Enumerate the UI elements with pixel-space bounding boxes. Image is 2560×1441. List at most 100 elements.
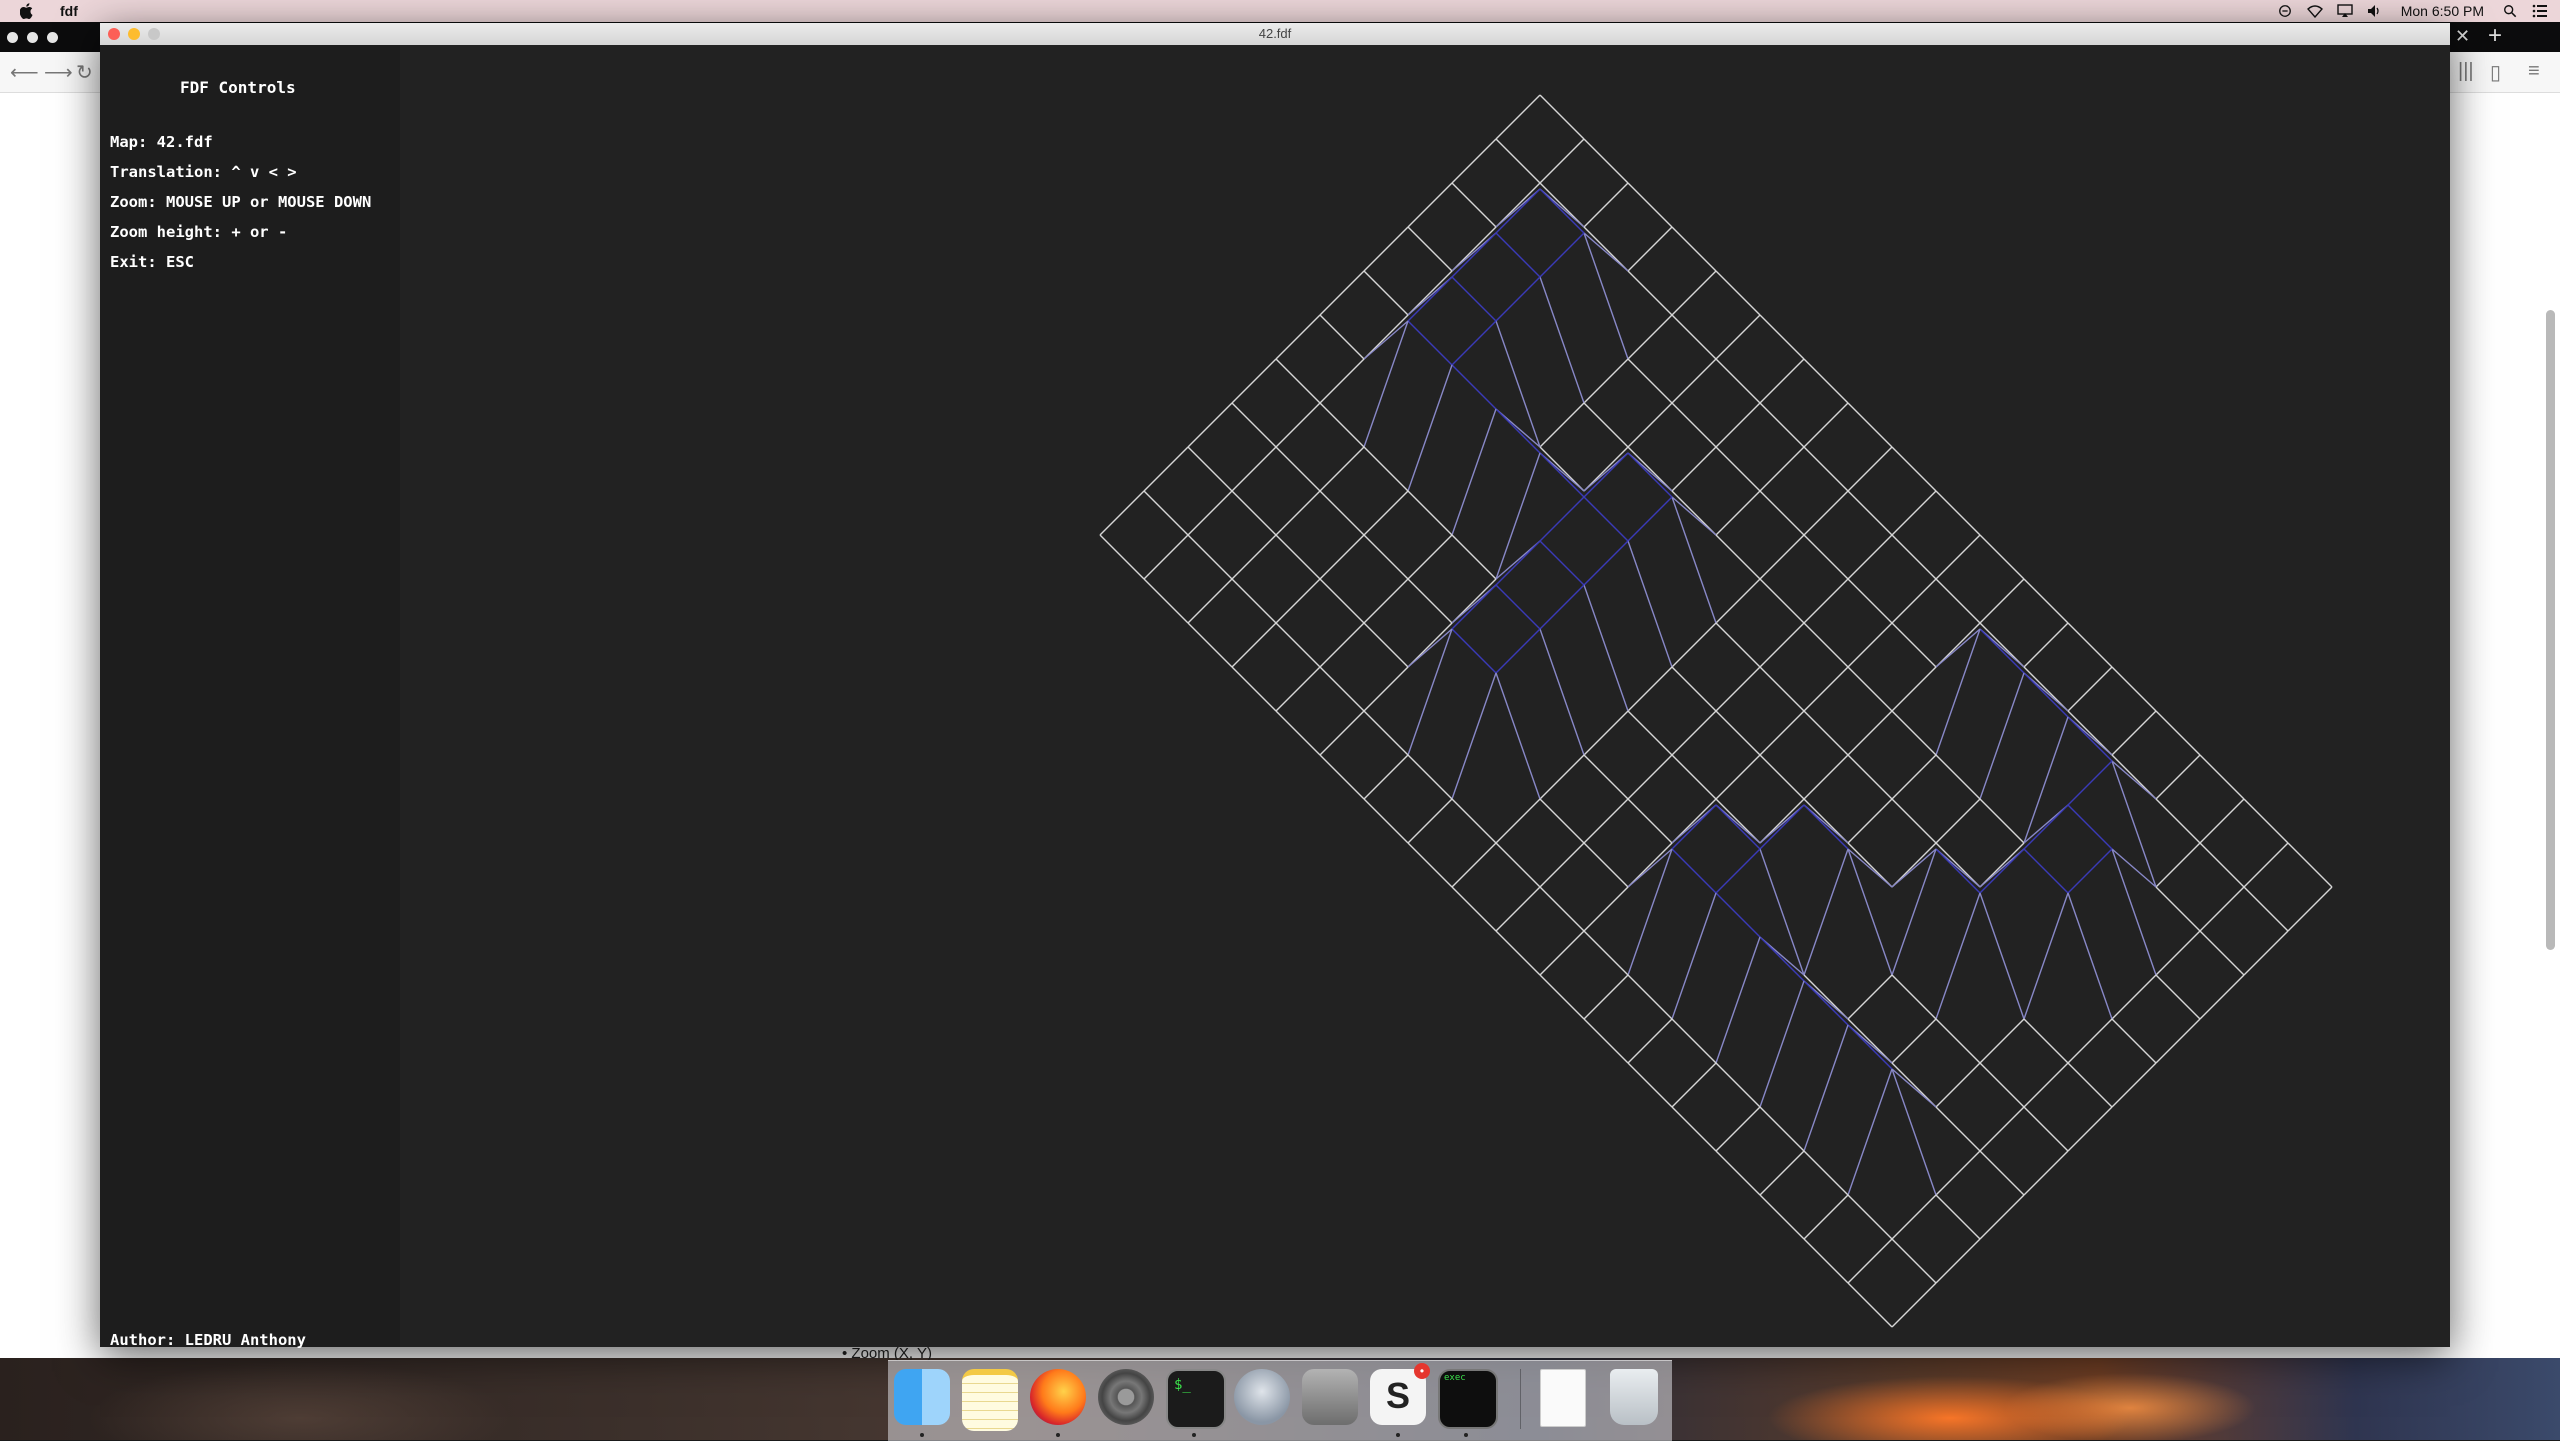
wireframe-edge [1627, 710, 1673, 756]
wireframe-edge [1319, 402, 1365, 448]
wireframe-edge [1715, 666, 1761, 712]
dock-document-icon[interactable] [1540, 1369, 1586, 1427]
dock-firefox-icon[interactable] [1030, 1369, 1086, 1425]
wireframe-edge [1935, 754, 1981, 800]
wireframe-edge [1803, 1024, 1849, 1152]
wireframe-edge [1803, 848, 1849, 976]
wireframe-edge [2199, 974, 2245, 1020]
wireframe-edge [1495, 886, 1541, 932]
dock-notes-icon[interactable] [962, 1369, 1018, 1431]
wireframe-edge [1363, 270, 1409, 316]
window-minimize-button[interactable] [27, 32, 38, 43]
control-line-zoom-height: Zoom height: + or - [110, 223, 288, 241]
wireframe-edge [1363, 226, 1409, 272]
wireframe-edge [1891, 490, 1937, 536]
wireframe-edge [1187, 446, 1233, 492]
wireframe-edge [1759, 936, 1805, 982]
wireframe-edge [1363, 710, 1409, 756]
wireframe-edge [1891, 1194, 1937, 1240]
wireframe-edge [2111, 710, 2157, 756]
wireframe-edge [1583, 710, 1629, 756]
menu-hamburger-icon[interactable]: ≡ [2528, 60, 2540, 83]
wireframe-edge [1451, 182, 1497, 228]
wireframe-edge [1803, 446, 1849, 492]
window-title: 42.fdf [1258, 26, 1292, 41]
wireframe-edge [1583, 584, 1629, 712]
wireframe-edge [1407, 320, 1453, 366]
wireframe-edge [1495, 94, 1541, 140]
apple-menu-icon[interactable] [20, 3, 34, 19]
window-zoom-button[interactable] [47, 32, 58, 43]
dock: $_ S • exec [888, 1360, 1672, 1441]
wireframe-edge [1803, 490, 1849, 536]
wireframe-edge [1847, 1194, 1893, 1240]
wireframe-edge [1671, 666, 1717, 712]
notification-center-icon[interactable] [2532, 4, 2548, 18]
dock-terminal-icon[interactable]: $_ [1166, 1369, 1226, 1429]
wireframe-edge [1583, 358, 1629, 404]
wireframe-edge [1451, 672, 1497, 800]
dock-system-preferences-icon[interactable] [1098, 1369, 1154, 1425]
wireframe-edge [1715, 534, 1761, 580]
wireframe-edge [1275, 534, 1321, 580]
wireframe-edge [1671, 804, 1717, 850]
reload-icon[interactable]: ↻ [76, 60, 93, 85]
dock-finder-icon[interactable] [894, 1369, 950, 1425]
wireframe-map [1099, 94, 2333, 1328]
do-not-disturb-icon[interactable] [2277, 4, 2293, 18]
wireframe-edge [1539, 584, 1585, 630]
spotlight-search-icon[interactable] [2502, 4, 2518, 18]
wireframe-edge [1495, 930, 1541, 976]
new-tab-icon[interactable]: + [2488, 22, 2502, 50]
slack-badge: • [1414, 1363, 1430, 1379]
sidebar-icon[interactable]: ▯ [2490, 60, 2501, 85]
library-icon[interactable]: ||| [2458, 60, 2474, 83]
dock-calculator-icon[interactable] [1302, 1369, 1358, 1425]
fdf-title-bar[interactable]: 42.fdf [100, 23, 2450, 46]
app-name-menu[interactable]: fdf [60, 3, 78, 19]
page-scrollbar[interactable] [2546, 310, 2555, 950]
wireframe-edge [1759, 710, 1805, 756]
wireframe-edge [1319, 490, 1365, 536]
wireframe-edge [1891, 1018, 1937, 1064]
control-line-exit: Exit: ESC [110, 253, 194, 271]
back-arrow-icon[interactable]: ⟵ [10, 60, 39, 85]
dock-separator [1520, 1369, 1521, 1429]
wireframe-edge [1539, 974, 1585, 1020]
wireframe-edge [1583, 138, 1629, 184]
wireframe-edge [1715, 446, 1761, 492]
tab-close-icon[interactable]: ✕ [2455, 26, 2470, 47]
dock-trash-icon[interactable] [1610, 1369, 1658, 1425]
wireframe-edge [1627, 452, 1673, 498]
wireframe-edge [2023, 848, 2069, 894]
wireframe-edge [1847, 446, 1893, 492]
wireframe-edge [1759, 1106, 1805, 1152]
wireframe-edge [1979, 534, 2025, 580]
wireframe-edge [1495, 584, 1541, 630]
wireframe-edge [1759, 622, 1805, 668]
wireframe-edge [1143, 534, 1189, 580]
wifi-icon[interactable] [2306, 4, 2323, 18]
wireframe-edge [1539, 452, 1585, 498]
wireframe-edge [2067, 760, 2113, 806]
window-close-button[interactable] [7, 32, 18, 43]
volume-icon[interactable] [2367, 4, 2383, 18]
wireframe-edge [1935, 1194, 1981, 1240]
airplay-icon[interactable] [2337, 4, 2353, 18]
wireframe-edge [1935, 1062, 1981, 1108]
wireframe-canvas[interactable] [400, 45, 2450, 1347]
wireframe-edge [1671, 1106, 1717, 1152]
wireframe-edge [1759, 666, 1805, 712]
wireframe-edge [1539, 138, 1585, 184]
wireframe-edge [2067, 666, 2113, 712]
dock-exec-icon[interactable]: exec [1438, 1369, 1498, 1429]
wireframe-edge [1451, 886, 1497, 932]
wireframe-edge [2067, 848, 2113, 894]
wireframe-edge [2155, 798, 2201, 844]
dock-slack-icon[interactable]: S • [1370, 1363, 1430, 1425]
forward-arrow-icon[interactable]: ⟶ [44, 60, 73, 85]
wireframe-edge [1451, 584, 1497, 630]
wireframe-edge [2287, 886, 2333, 932]
menu-clock[interactable]: Mon 6:50 PM [2401, 3, 2484, 19]
dock-launchpad-icon[interactable] [1234, 1369, 1290, 1425]
